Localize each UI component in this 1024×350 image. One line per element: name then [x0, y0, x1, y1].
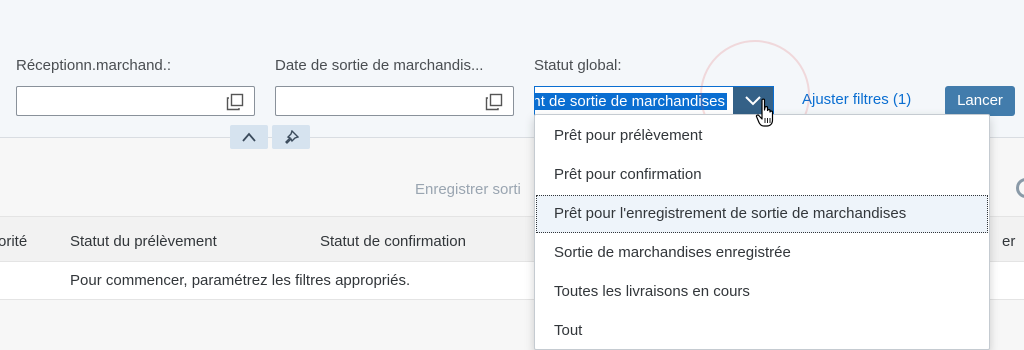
- value-help-icon[interactable]: [485, 93, 503, 111]
- gear-icon[interactable]: [1016, 178, 1024, 198]
- status-dropdown-list: Prêt pour prélèvement Prêt pour confirma…: [534, 114, 990, 350]
- overall-status-value[interactable]: Prêt pour l'enregistrement de sortie de …: [535, 91, 727, 113]
- dropdown-option-all-open-deliveries[interactable]: Toutes les livraisons en cours: [536, 273, 988, 311]
- goods-issue-date-label: Date de sortie de marchandis...: [275, 57, 484, 74]
- overall-status-selected-text: Prêt pour l'enregistrement de sortie de …: [535, 93, 727, 110]
- column-header-picking-status[interactable]: Statut du prélèvement: [70, 233, 217, 250]
- post-goods-issue-button[interactable]: Enregistrer sorti: [415, 181, 521, 198]
- adapt-filters-link[interactable]: Ajuster filtres (1): [802, 91, 911, 108]
- column-header-priority[interactable]: orité: [0, 233, 27, 250]
- goods-issue-date-input[interactable]: [275, 86, 514, 116]
- collapse-filter-button[interactable]: [230, 125, 268, 149]
- column-header-confirmation-status[interactable]: Statut de confirmation: [320, 233, 466, 250]
- value-help-icon[interactable]: [226, 93, 244, 111]
- dropdown-option-all[interactable]: Tout: [536, 312, 988, 350]
- dropdown-option-ready-for-confirmation[interactable]: Prêt pour confirmation: [536, 156, 988, 194]
- goods-receipt-label: Réceptionn.marchand.:: [16, 57, 172, 74]
- go-button[interactable]: Lancer: [945, 86, 1015, 116]
- dropdown-option-goods-issue-posted[interactable]: Sortie de marchandises enregistrée: [536, 234, 988, 272]
- empty-table-message: Pour commencer, paramétrez les filtres a…: [70, 272, 411, 289]
- goods-receipt-input[interactable]: [16, 86, 255, 116]
- column-header-partial[interactable]: er: [1002, 233, 1015, 250]
- hand-cursor-icon: [755, 98, 774, 127]
- pin-icon: [285, 130, 299, 144]
- overall-status-label: Statut global:: [534, 57, 622, 74]
- dropdown-option-ready-for-goods-issue[interactable]: Prêt pour l'enregistrement de sortie de …: [536, 195, 988, 233]
- pin-filter-button[interactable]: [272, 125, 310, 149]
- chevron-up-icon: [242, 132, 256, 142]
